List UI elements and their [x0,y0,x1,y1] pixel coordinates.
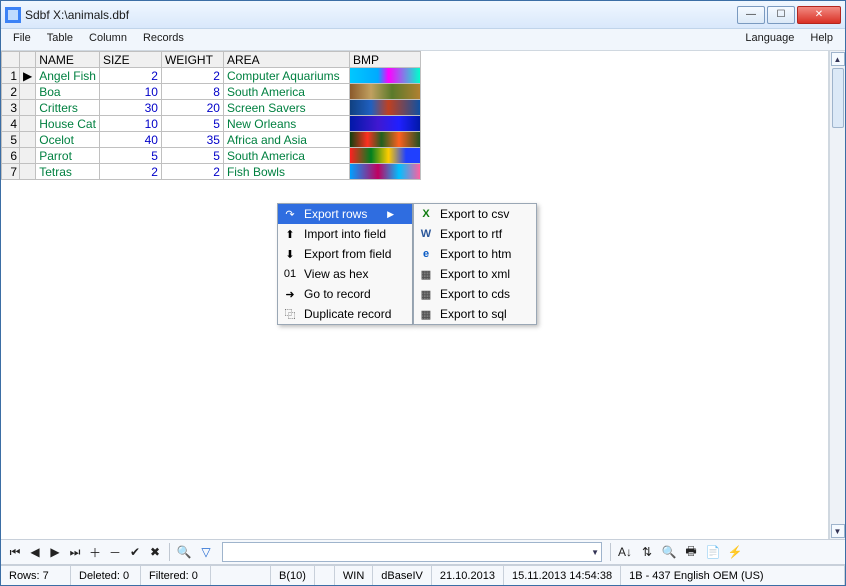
export-format-icon: ▦ [418,286,434,302]
export-format-icon: W [418,226,434,242]
execute-button[interactable]: ⚡ [725,542,745,562]
menu-item-icon: 01 [282,266,298,282]
table-row[interactable]: 6Parrot55South America [2,148,421,164]
context-menu-item[interactable]: ➜Go to record [278,284,412,304]
first-record-button[interactable]: ⏮ [5,542,25,562]
export-format-icon: X [418,206,434,222]
menu-bar: File Table Column Records Language Help [1,29,845,51]
scroll-up-icon[interactable]: ▲ [831,52,845,66]
menu-item-icon: ⬇ [282,246,298,262]
minimize-button[interactable]: — [737,6,765,24]
print-button[interactable]: 🖶 [681,542,701,562]
table-row[interactable]: 5Ocelot4035Africa and Asia [2,132,421,148]
context-submenu: XExport to csvWExport to rtfeExport to h… [413,203,537,325]
expression-combo[interactable]: ▼ [222,542,602,562]
context-submenu-item[interactable]: XExport to csv [414,204,536,224]
delete-record-button[interactable]: － [105,542,125,562]
last-record-button[interactable]: ⏭ [65,542,85,562]
column-header[interactable]: AREA [223,52,349,68]
maximize-button[interactable]: ☐ [767,6,795,24]
zoom-button[interactable]: 🔍 [659,542,679,562]
menu-column[interactable]: Column [81,29,135,50]
prev-record-button[interactable]: ◀ [25,542,45,562]
status-bar: Rows: 7 Deleted: 0 Filtered: 0 B(10) WIN… [1,565,845,585]
chevron-down-icon: ▼ [591,548,599,557]
export-format-icon: ▦ [418,266,434,282]
table-row[interactable]: 2Boa108South America [2,84,421,100]
menu-help[interactable]: Help [802,29,841,50]
status-dbver: dBaseIV [373,566,432,585]
close-button[interactable]: ✕ [797,6,841,24]
menu-item-icon: ⿻ [282,306,298,322]
status-fieldtype: B(10) [271,566,315,585]
context-menu-item[interactable]: ⬇Export from field [278,244,412,264]
scroll-thumb[interactable] [832,68,844,128]
vertical-scrollbar[interactable]: ▲ ▼ [829,51,845,539]
export-format-icon: ▦ [418,306,434,322]
column-header[interactable]: NAME [36,52,100,68]
post-edit-button[interactable]: ✔ [125,542,145,562]
export-format-icon: e [418,246,434,262]
status-filtered: Filtered: 0 [141,566,211,585]
status-encoding: WIN [335,566,373,585]
column-header[interactable]: SIZE [99,52,161,68]
filter-button[interactable]: ▽ [196,542,216,562]
table-row[interactable]: 7Tetras22Fish Bowls [2,164,421,180]
next-record-button[interactable]: ▶ [45,542,65,562]
table-row[interactable]: 3Critters3020Screen Savers [2,100,421,116]
context-menu: ↷Export rows▶⬆Import into field⬇Export f… [277,203,413,325]
menu-item-icon: ↷ [282,206,298,222]
cancel-edit-button[interactable]: ✖ [145,542,165,562]
table-row[interactable]: 4House Cat105New Orleans [2,116,421,132]
context-submenu-item[interactable]: ▦Export to sql [414,304,536,324]
swap-button[interactable]: ⇅ [637,542,657,562]
menu-item-icon: ⬆ [282,226,298,242]
window-title: Sdbf X:\animals.dbf [25,8,737,22]
title-bar: Sdbf X:\animals.dbf — ☐ ✕ [1,1,845,29]
context-submenu-item[interactable]: ▦Export to cds [414,284,536,304]
menu-table[interactable]: Table [39,29,81,50]
status-date1: 21.10.2013 [432,566,504,585]
insert-record-button[interactable]: ＋ [85,542,105,562]
context-menu-item[interactable]: ⬆Import into field [278,224,412,244]
status-deleted: Deleted: 0 [71,566,141,585]
find-button[interactable]: 🔍 [174,542,194,562]
app-icon [5,7,21,23]
column-header[interactable]: BMP [349,52,420,68]
context-menu-item[interactable]: ↷Export rows▶ [278,204,412,224]
context-submenu-item[interactable]: ▦Export to xml [414,264,536,284]
status-date2: 15.11.2013 14:54:38 [504,566,621,585]
table-row[interactable]: 1▶Angel Fish22Computer Aquariums [2,68,421,84]
context-submenu-item[interactable]: eExport to htm [414,244,536,264]
scroll-down-icon[interactable]: ▼ [831,524,845,538]
export-button[interactable]: 📄 [703,542,723,562]
menu-file[interactable]: File [5,29,39,50]
menu-records[interactable]: Records [135,29,192,50]
column-header[interactable]: WEIGHT [161,52,223,68]
status-codepage: 1B - 437 English OEM (US) [621,566,845,585]
bottom-toolbar: ⏮◀▶⏭＋－✔✖ 🔍 ▽ ▼ A↓⇅🔍🖶📄⚡ [1,539,845,565]
sort-button[interactable]: A↓ [615,542,635,562]
context-menu-item[interactable]: ⿻Duplicate record [278,304,412,324]
context-menu-item[interactable]: 01View as hex [278,264,412,284]
context-submenu-item[interactable]: WExport to rtf [414,224,536,244]
menu-language[interactable]: Language [737,29,802,50]
menu-item-icon: ➜ [282,286,298,302]
status-rows: Rows: 7 [1,566,71,585]
